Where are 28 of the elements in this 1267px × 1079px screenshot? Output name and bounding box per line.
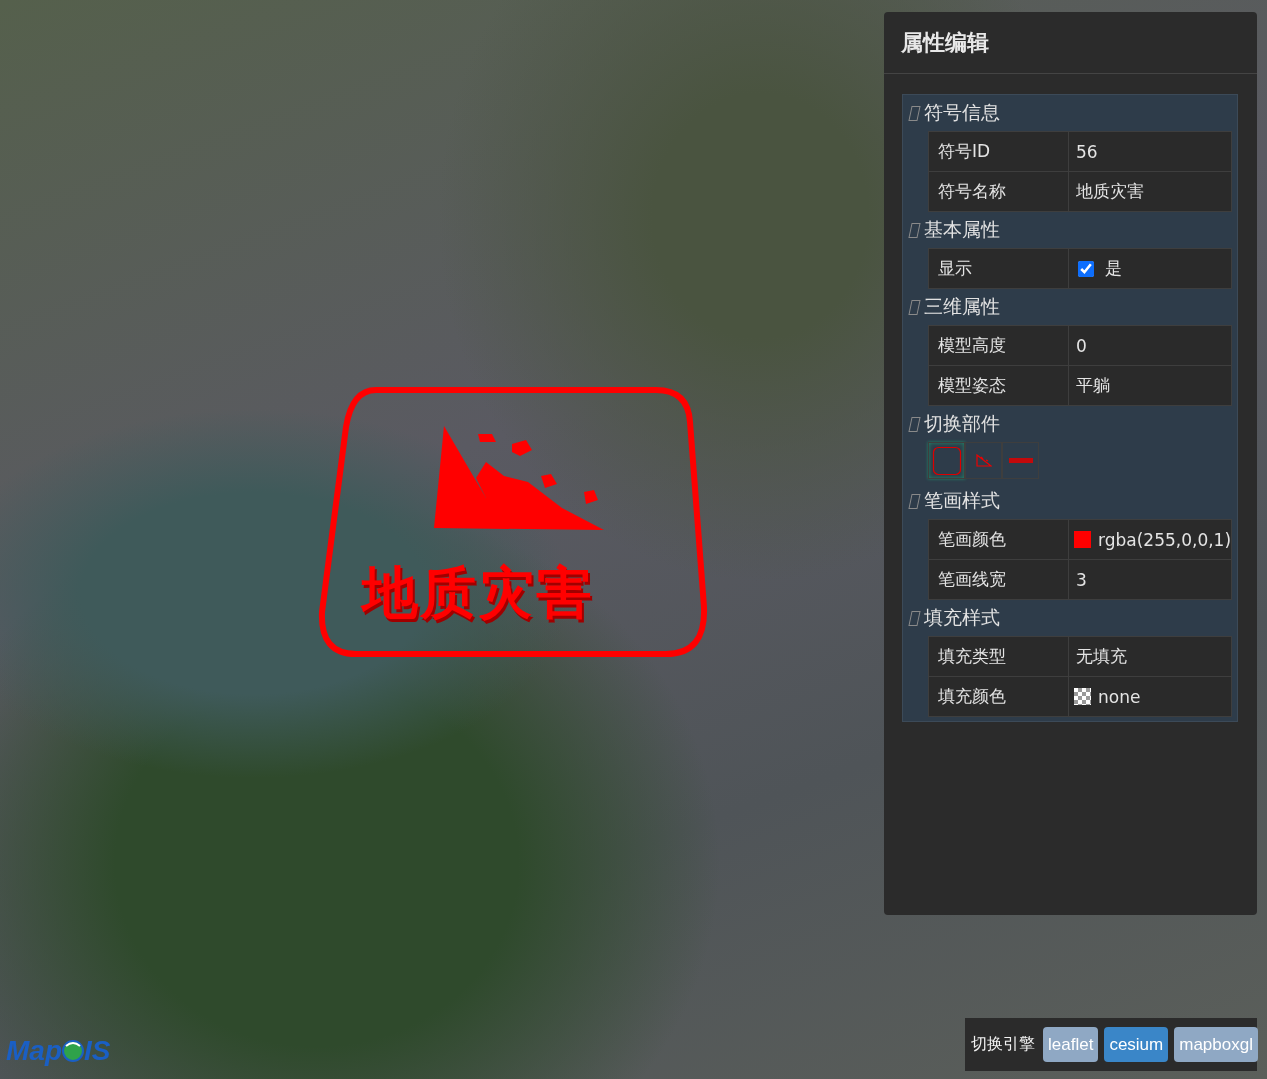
section-title: 符号信息 xyxy=(924,100,1000,125)
section-title: 切换部件 xyxy=(924,411,1000,436)
logo-text: IS xyxy=(84,1037,111,1065)
value-cell-text: 3 xyxy=(1075,568,1088,592)
engine-button[interactable]: leaflet xyxy=(1043,1027,1099,1062)
value-cell-text: 56 xyxy=(1075,140,1099,164)
section-title: 填充样式 xyxy=(924,605,1000,630)
engine-switch-label: 切换引擎 xyxy=(971,1034,1035,1055)
value-cell-text: 地质灾害 xyxy=(1075,180,1145,203)
engine-button[interactable]: cesium xyxy=(1104,1027,1169,1062)
label-cell: 填充颜色 xyxy=(929,677,1069,716)
logo-text: Map xyxy=(6,1037,62,1065)
label-cell: 模型姿态 xyxy=(929,366,1069,405)
label-cell: 笔画线宽 xyxy=(929,560,1069,599)
value-cell-text: 0 xyxy=(1075,334,1088,358)
panel-title: 属性编辑 xyxy=(901,28,989,57)
engine-button[interactable]: mapboxgl xyxy=(1174,1027,1258,1062)
symbol-label: 地质灾害 xyxy=(362,559,594,627)
section-title: 三维属性 xyxy=(924,294,1000,319)
section-title: 笔画样式 xyxy=(924,488,1000,513)
value-cell-text: 无填充 xyxy=(1075,645,1128,668)
label-cell: 符号名称 xyxy=(929,172,1069,211)
label-cell: 显示 xyxy=(929,249,1069,288)
value-text: rgba(255,0,0,1) xyxy=(1098,529,1232,550)
value-cell-text: 平躺 xyxy=(1075,374,1111,397)
value-text: none xyxy=(1098,686,1141,707)
section-title: 基本属性 xyxy=(924,217,1000,242)
value-text: 是 xyxy=(1105,257,1122,280)
